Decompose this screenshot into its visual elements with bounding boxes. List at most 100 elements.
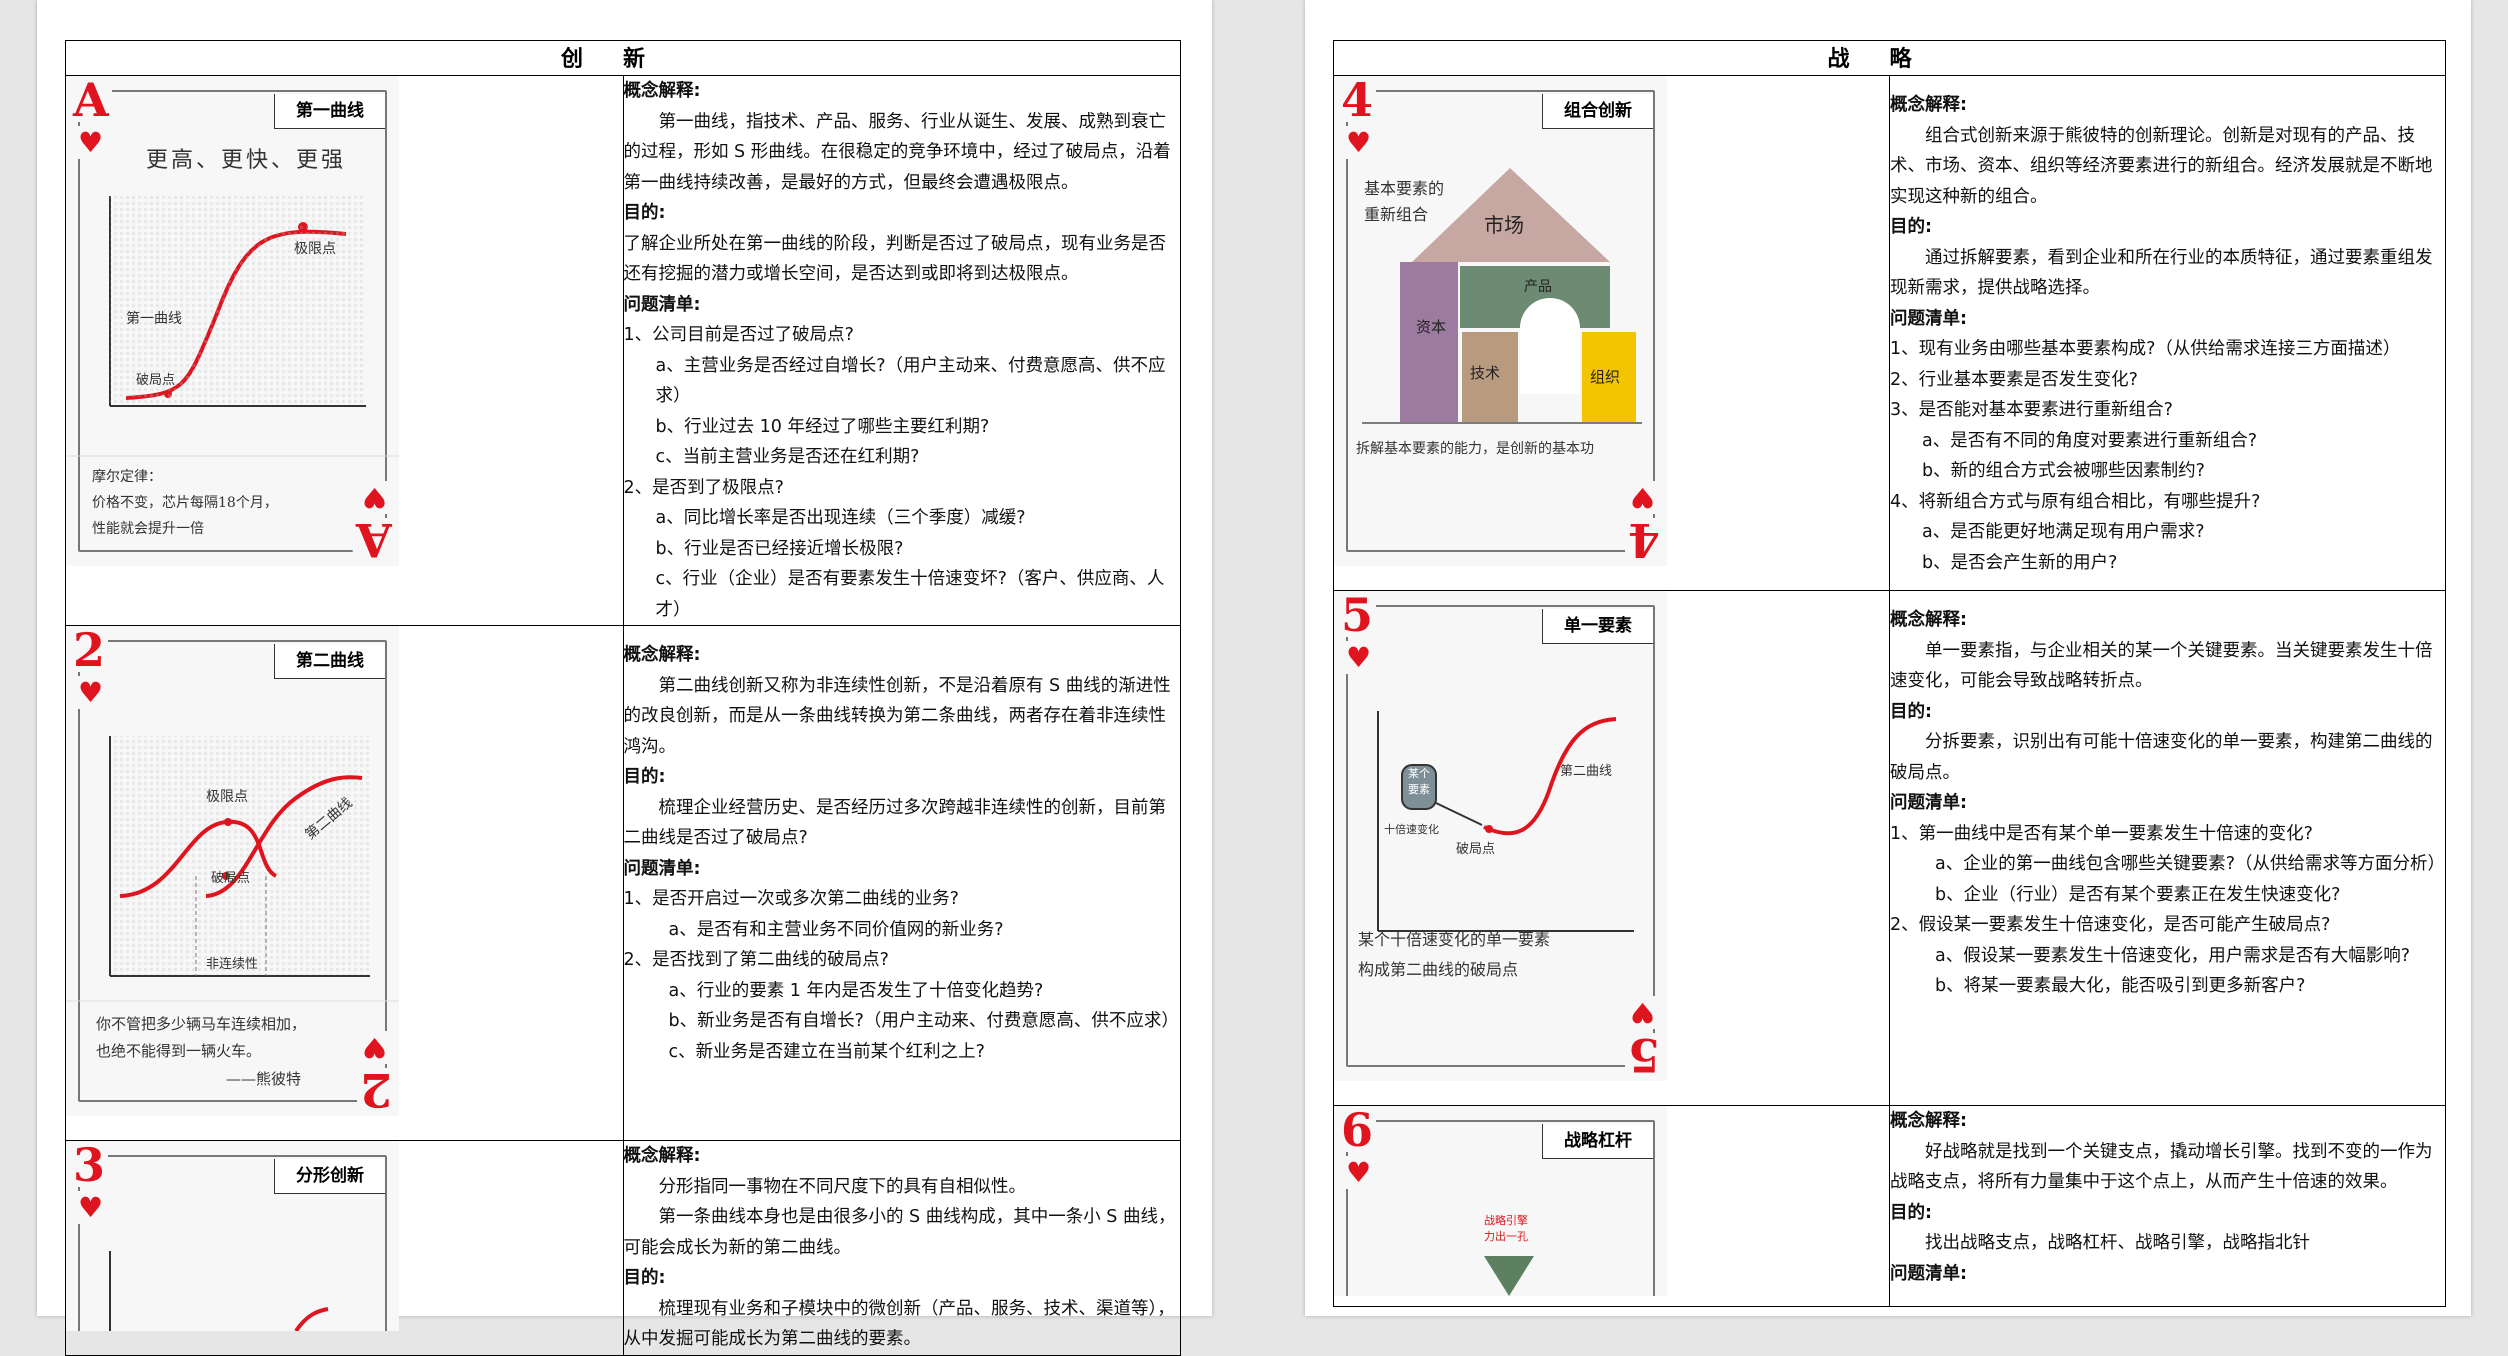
text-line: 3、是否能对基本要素进行重新组合? (1890, 400, 2173, 420)
card-rank-bottom: 2 (356, 1063, 395, 1117)
playing-card: 2 ♥ 2 ♥ 第二曲线 极限点 第二曲线 破局点 非连续性 你不管把多少辆马车… (66, 626, 399, 1117)
text-line (1890, 76, 2445, 90)
text-line: 2、行业基本要素是否发生变化? (1890, 369, 2138, 390)
section-heading: 目的: (623, 1268, 666, 1288)
card-cell: 5 ♥ 5 ♥ 单一要素 某个 要素 十倍速变化 破局点 第二曲线 某个十倍速变… (1333, 590, 1890, 1106)
text-line: a、企业的第一曲线包含哪些关键要素?（从供给需求等方面分析） (1935, 854, 2446, 874)
card-rank: 2 (70, 627, 109, 673)
section-heading: 目的: (1890, 1202, 1932, 1223)
card-note-2: 也绝不能得到一辆火车。 (96, 1042, 262, 1060)
text-line: 好战略就是找到一个关键支点，撬动增长引擎。找到不变的一作为战略支点，将所有力量集… (1890, 1141, 2433, 1193)
text-line: b、行业是否已经接近增长极限? (655, 538, 904, 559)
heart-icon: ♥ (1629, 996, 1655, 1029)
block-market: 市场 (1484, 213, 1524, 237)
text-cell: 概念解释: 好战略就是找到一个关键支点，撬动增长引擎。找到不变的一作为战略支点，将… (1889, 1105, 2446, 1307)
document-page-strategy: 战略 4 ♥ 4 ♥ 组合创新 基本要素的 重新组合 市场 产品 资本 技术 组… (1305, 0, 2471, 1316)
text-line: 梳理企业经营历史、是否经历过多次跨越非连续性的创新，目前第二曲线是否过了破局点? (623, 797, 1167, 849)
section-heading: 问题清单: (1890, 308, 1967, 329)
card-bottom-note: 拆解基本要素的能力，是创新的基本功 (1356, 441, 1594, 457)
card-rank-bottom: 5 (1624, 1028, 1663, 1082)
heart-icon: ♥ (78, 676, 104, 709)
card-rank: 3 (70, 1142, 109, 1188)
playing-card: A ♥ A ♥ 第一曲线 更高、更快、更强 极限点 第一曲线 破局点 摩尔定律：… (66, 76, 399, 567)
card-note-3: 性能就会提升一倍 (92, 521, 204, 537)
text-line: c、新业务是否建立在当前某个红利之上? (668, 1041, 985, 1062)
text-line: b、企业（行业）是否有某个要素正在发生快速变化? (1935, 884, 2341, 905)
document-page-innovation: 创新 A ♥ A ♥ 第一曲线 更高、更快、更强 极限点 第一曲线 破局点 摩尔… (37, 0, 1212, 1356)
table-row: 2 ♥ 2 ♥ 第二曲线 极限点 第二曲线 破局点 非连续性 你不管把多少辆马车… (65, 625, 1181, 1141)
text-line: a、主营业务是否经过自增长?（用户主动来、付费意愿高、供不应求） (655, 355, 1166, 407)
card-cell: 4 ♥ 4 ♥ 组合创新 基本要素的 重新组合 市场 产品 资本 技术 组织 拆… (1333, 75, 1890, 591)
card-note-2: 价格不变，芯片每隔18个月， (92, 495, 278, 511)
text-line: 2、是否找到了第二曲线的破局点? (623, 950, 889, 970)
playing-card: 3 ♥ 分形创新 (66, 1141, 399, 1331)
text-line: c、当前主营业务是否还在红利期? (655, 447, 920, 467)
text-line: 第二曲线创新又称为非连续性创新，不是沿着原有 S 曲线的渐进性的改良创新，而是从… (623, 675, 1171, 757)
card-rank: 6 (1338, 1107, 1377, 1153)
text-line: 梳理现有业务和子模块中的微创新（产品、服务、技术、渠道等），从中发掘可能成长为第… (623, 1298, 1175, 1350)
table-row: 4 ♥ 4 ♥ 组合创新 基本要素的 重新组合 市场 产品 资本 技术 组织 拆… (1333, 75, 2446, 591)
card-label: 分形创新 (274, 1159, 385, 1194)
text-line: a、行业的要素 1 年内是否发生了十倍变化趋势? (668, 980, 1044, 1001)
table-row: A ♥ A ♥ 第一曲线 更高、更快、更强 极限点 第一曲线 破局点 摩尔定律：… (65, 75, 1181, 626)
text-line: 了解企业所处在第一曲线的阶段，判断是否过了破局点，现有业务是否还有挖掘的潜力或增… (623, 233, 1167, 285)
section-heading: 概念解释: (623, 645, 701, 665)
card-note-1: 你不管把多少辆马车连续相加， (96, 1015, 307, 1033)
text-line (624, 626, 1181, 640)
discontinuity-label: 非连续性 (206, 957, 259, 972)
text-line: a、是否有不同的角度对要素进行重新组合? (1922, 430, 2258, 451)
card-rank: 5 (1338, 592, 1377, 638)
tenx-label: 十倍速变化 (1384, 823, 1439, 836)
text-line: 通过拆解要素，看到企业和所在行业的本质特征，通过要素重组发现新需求，提供战略选择… (1890, 247, 2433, 299)
innovation-table: 创新 A ♥ A ♥ 第一曲线 更高、更快、更强 极限点 第一曲线 破局点 摩尔… (65, 40, 1181, 1356)
section-heading: 问题清单: (1890, 793, 1967, 813)
card-label: 第二曲线 (274, 644, 385, 679)
rock-text-2: 要素 (1408, 783, 1430, 796)
card-cell: A ♥ A ♥ 第一曲线 更高、更快、更强 极限点 第一曲线 破局点 摩尔定律：… (65, 75, 624, 626)
text-cell: 概念解释: 分形指同一事物在不同尺度下的具有自相似性。 第一条曲线本身也是由很多小的… (622, 1140, 1181, 1356)
section-heading: 概念解释: (623, 81, 701, 101)
card-cell: 3 ♥ 分形创新 (65, 1140, 624, 1356)
card-rank: A (70, 77, 112, 123)
section-heading: 问题清单: (623, 294, 701, 315)
section-heading: 概念解释: (1890, 1111, 1967, 1131)
playing-card: 5 ♥ 5 ♥ 单一要素 某个 要素 十倍速变化 破局点 第二曲线 某个十倍速变… (1334, 591, 1667, 1082)
heart-icon: ♥ (361, 1031, 387, 1064)
combination-blocks-illustration (1362, 168, 1642, 424)
text-line: 分拆要素，识别出有可能十倍速变化的单一要素，构建第二曲线的破局点。 (1890, 732, 2433, 783)
text-line: b、新的组合方式会被哪些因素制约? (1922, 461, 2205, 481)
block-org: 组织 (1590, 368, 1621, 386)
card-note-1: 某个十倍速变化的单一要素 (1358, 930, 1551, 949)
text-line: 2、是否到了极限点? (623, 477, 784, 498)
card-label: 第一曲线 (274, 94, 385, 129)
text-line: 2、假设某一要素发生十倍速变化，是否可能产生破局点? (1890, 915, 2331, 935)
section-heading: 目的: (1890, 701, 1932, 722)
heart-icon: ♥ (78, 1191, 104, 1224)
text-line: c、行业（企业）是否有要素发生十倍速变坏?（客户、供应商、人才） (655, 569, 1165, 620)
text-line: 4、将新组合方式与原有组合相比，有哪些提升? (1890, 491, 2261, 512)
card-cell: 6 ♥ 战略杠杆 战略引擎 力出一孔 (1333, 1105, 1890, 1307)
section-heading: 目的: (623, 203, 666, 223)
card-label: 战略杠杆 (1542, 1124, 1653, 1159)
heart-icon: ♥ (1346, 641, 1372, 674)
block-capital: 资本 (1416, 318, 1447, 336)
section-heading: 问题清单: (1890, 1263, 1967, 1284)
text-line: b、新业务是否有自增长?（用户主动来、付费意愿高、供不应求） (668, 1011, 1179, 1031)
limit-point-label: 极限点 (294, 241, 336, 257)
first-curve-label: 第一曲线 (126, 311, 182, 327)
table-title: 创新 (65, 40, 1181, 76)
heart-icon: ♥ (78, 126, 104, 159)
section-heading: 问题清单: (623, 858, 701, 879)
text-line: 第一曲线，指技术、产品、服务、行业从诞生、发展、成熟到衰亡的过程，形如 S 形曲… (623, 111, 1171, 193)
break-point-label: 破局点 (211, 871, 251, 886)
text-cell: 概念解释: 单一要素指，与企业相关的某一个关键要素。当关键要素发生十倍速变化，可能… (1889, 590, 2446, 1106)
heart-icon: ♥ (1346, 126, 1372, 159)
text-line: a、假设某一要素发生十倍速变化，用户需求是否有大幅影响? (1935, 945, 2411, 966)
heart-icon: ♥ (1629, 481, 1655, 514)
table-title: 战略 (1333, 40, 2446, 76)
text-line: 1、公司目前是否过了破局点? (623, 325, 854, 345)
text-line: a、是否有和主营业务不同价值网的新业务? (668, 919, 1004, 940)
table-row: 5 ♥ 5 ♥ 单一要素 某个 要素 十倍速变化 破局点 第二曲线 某个十倍速变… (1333, 590, 2446, 1106)
text-line: 1、现有业务由哪些基本要素构成?（从供给需求连接三方面描述） (1890, 339, 2401, 359)
card-cell: 2 ♥ 2 ♥ 第二曲线 极限点 第二曲线 破局点 非连续性 你不管把多少辆马车… (65, 625, 624, 1141)
